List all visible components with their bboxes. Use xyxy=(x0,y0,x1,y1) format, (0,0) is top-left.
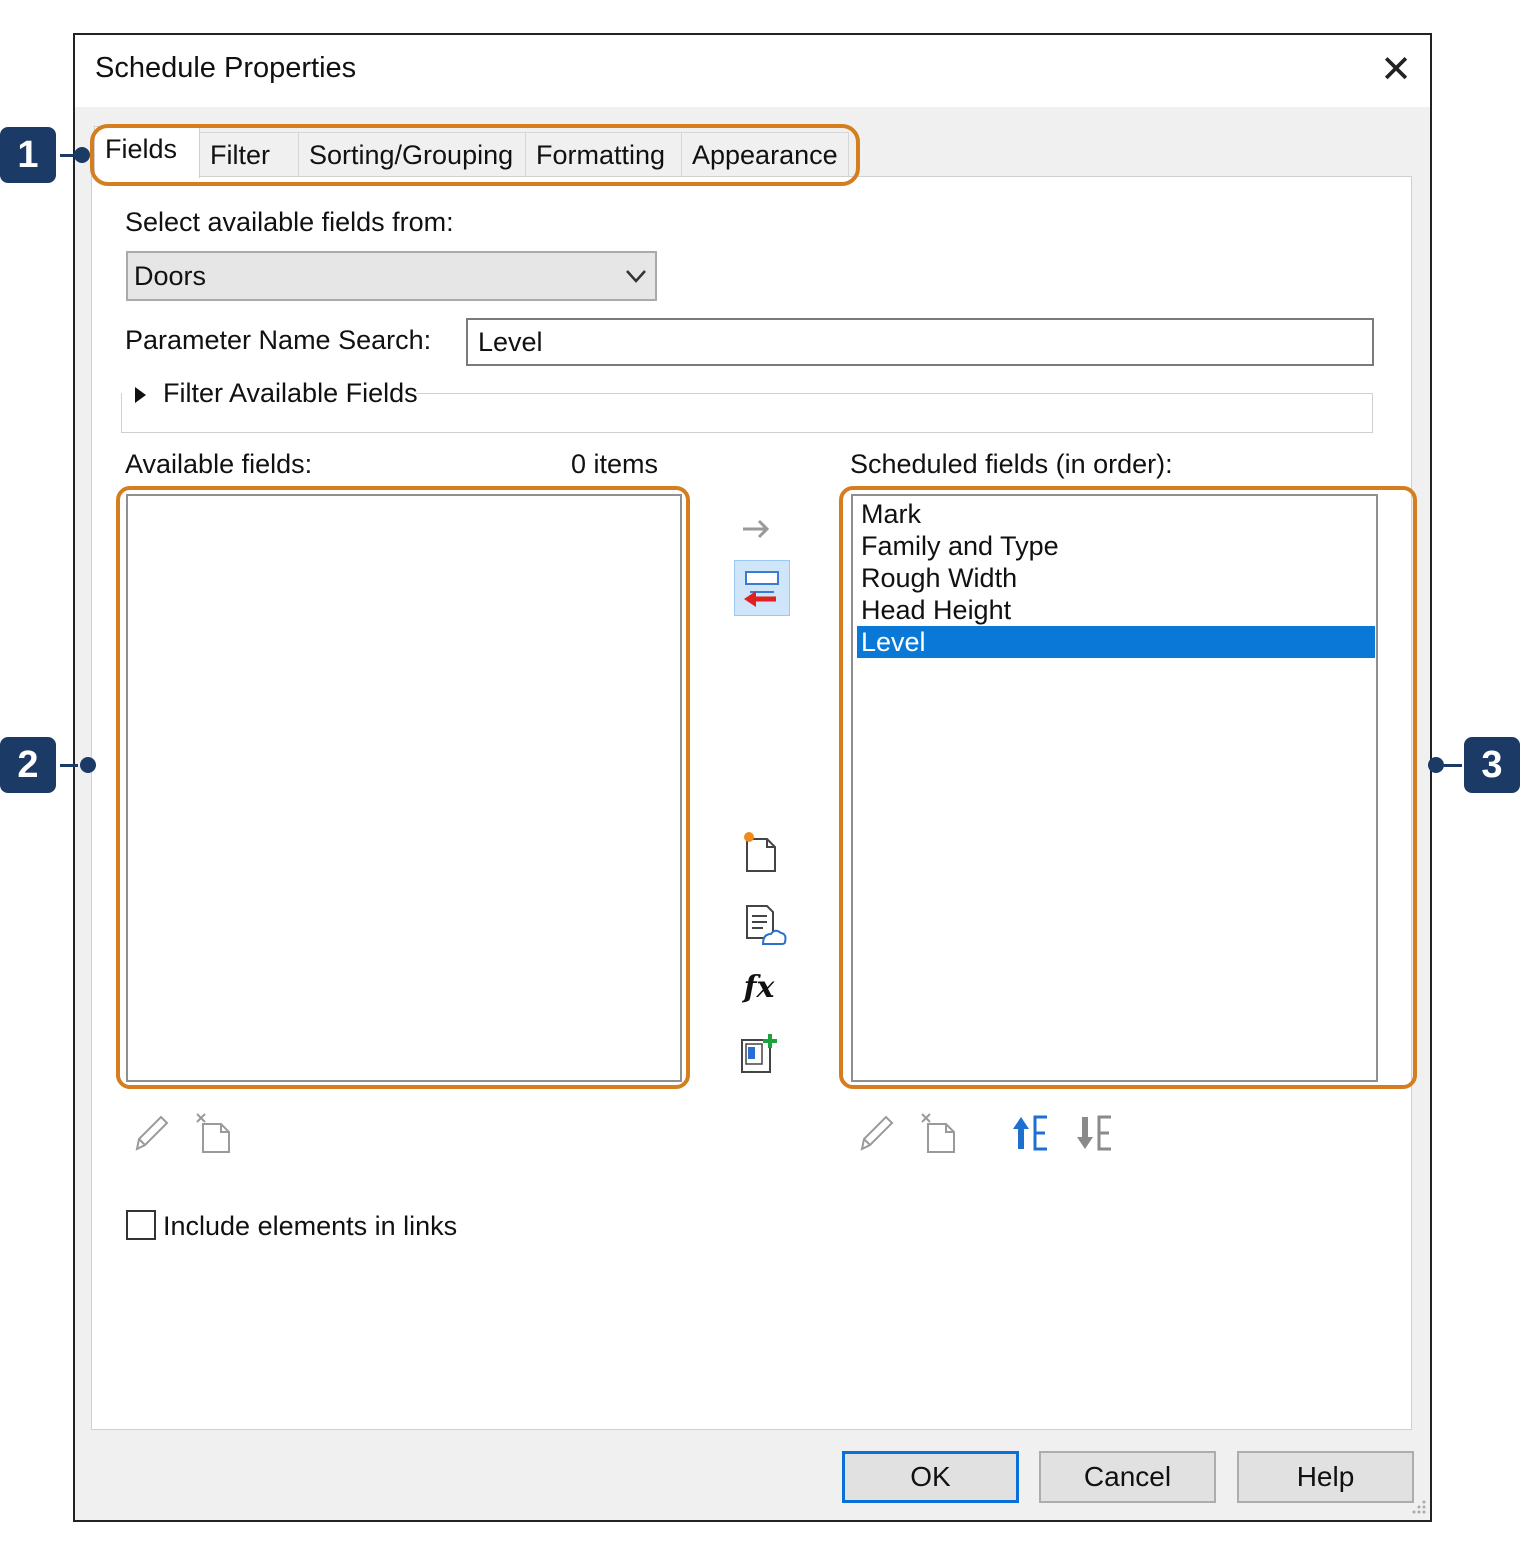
callout-dot-2 xyxy=(80,757,96,773)
delete-parameter-icon xyxy=(921,1113,955,1153)
tabs-highlight xyxy=(90,124,860,186)
move-down-icon xyxy=(1077,1115,1111,1151)
remove-field-icon xyxy=(744,571,779,607)
combine-parameters-icon xyxy=(741,1034,777,1073)
delete-parameter-button-right[interactable] xyxy=(913,1108,963,1158)
category-dropdown-value: Doors xyxy=(134,261,207,291)
move-up-button[interactable] xyxy=(1008,1108,1058,1158)
expand-arrow-icon[interactable] xyxy=(130,383,150,407)
available-fields-label: Available fields: xyxy=(125,449,313,479)
formula-icon: fx xyxy=(743,969,775,1005)
resize-grip-icon[interactable] xyxy=(1408,1498,1428,1518)
filter-available-fields-label[interactable]: Filter Available Fields xyxy=(163,378,418,409)
new-parameter-icon xyxy=(744,832,776,872)
parameter-search-input[interactable] xyxy=(466,318,1374,366)
dialog-title: Schedule Properties xyxy=(95,52,357,84)
callout-badge-2: 2 xyxy=(0,737,56,793)
filter-group-line xyxy=(416,393,1373,394)
pencil-icon xyxy=(860,1115,894,1151)
edit-parameter-button-right[interactable] xyxy=(851,1108,901,1158)
search-label: Parameter Name Search: xyxy=(125,325,432,355)
cancel-button[interactable]: Cancel xyxy=(1039,1451,1216,1503)
calculated-value-button[interactable]: fx xyxy=(734,962,784,1012)
combine-parameters-button[interactable] xyxy=(734,1028,784,1078)
callout-dot-3 xyxy=(1428,757,1444,773)
scheduled-fields-label: Scheduled fields (in order): xyxy=(850,449,1173,479)
callout-connector-3 xyxy=(1444,764,1462,767)
available-fields-count: 0 items xyxy=(571,449,659,479)
callout-badge-1: 1 xyxy=(0,127,56,183)
pencil-icon xyxy=(135,1115,169,1151)
include-links-label: Include elements in links xyxy=(163,1211,458,1241)
add-field-button[interactable] xyxy=(730,504,780,554)
include-links-checkbox[interactable] xyxy=(126,1210,156,1240)
delete-parameter-icon xyxy=(196,1113,230,1153)
arrow-right-icon xyxy=(743,519,770,539)
scheduled-fields-highlight xyxy=(839,486,1417,1089)
ok-button[interactable]: OK xyxy=(842,1451,1019,1503)
delete-parameter-button-left[interactable] xyxy=(188,1108,238,1158)
available-fields-highlight xyxy=(116,486,690,1089)
move-down-button[interactable] xyxy=(1072,1108,1122,1158)
remove-field-button[interactable] xyxy=(734,560,790,616)
callout-connector-1 xyxy=(60,154,74,157)
close-icon[interactable]: ✕ xyxy=(1372,48,1420,92)
help-button[interactable]: Help xyxy=(1237,1451,1414,1503)
select-from-label: Select available fields from: xyxy=(125,207,454,237)
chevron-down-icon xyxy=(626,270,646,283)
callout-dot-1 xyxy=(74,147,90,163)
edit-parameter-button-left[interactable] xyxy=(126,1108,176,1158)
move-up-icon xyxy=(1013,1115,1047,1151)
new-parameter-button[interactable] xyxy=(734,826,784,876)
callout-badge-3: 3 xyxy=(1464,737,1520,793)
shared-parameter-icon xyxy=(746,905,787,945)
project-parameters-button[interactable] xyxy=(738,900,788,950)
callout-connector-2 xyxy=(60,764,78,767)
